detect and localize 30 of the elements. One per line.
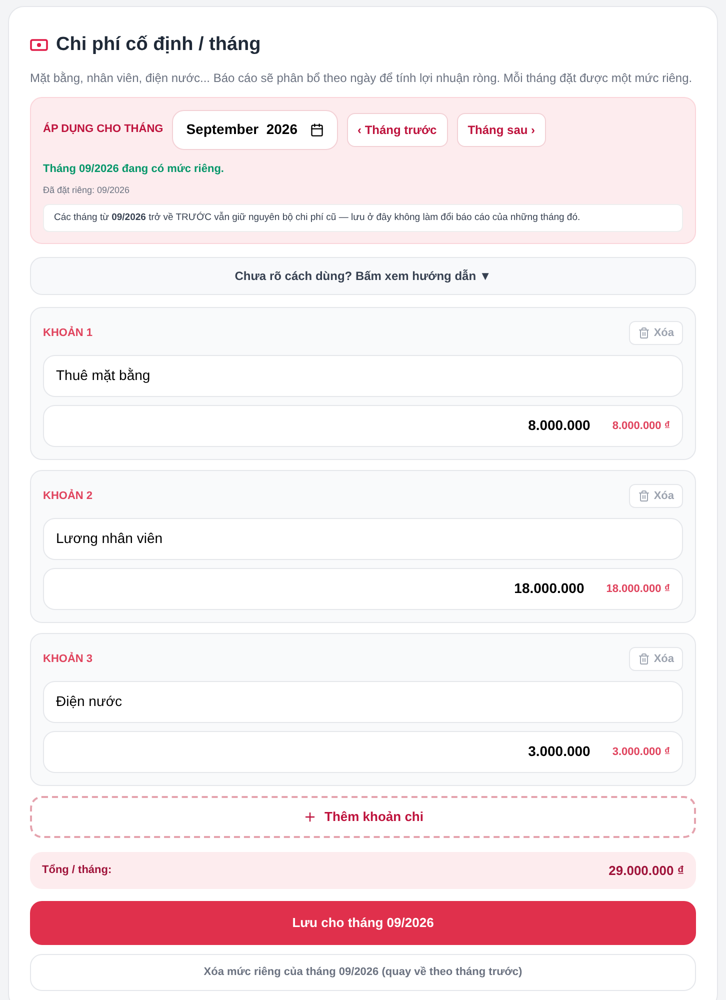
total-label: Tổng / tháng:: [42, 863, 112, 878]
clear-override-button[interactable]: Xóa mức riêng của tháng 09/2026 (quay về theo tháng trước): [30, 954, 696, 991]
previous-month-button[interactable]: ‹ Tháng trước: [346, 112, 448, 146]
expense-name-field[interactable]: Thuê mặt bằng: [43, 354, 683, 397]
description: Mặt bằng, nhân viên, điện nước... Báo cáo sẽ phân bổ theo ngày để tính lợi nhuận ròng. Mỗi tháng đặt được một mức riêng.: [30, 70, 694, 86]
expense-label: KHOẢN 2: [43, 488, 93, 504]
expense-label: KHOẢN 3: [43, 651, 93, 666]
add-expense-button[interactable]: Thêm khoản chi: [30, 796, 696, 838]
guide-toggle[interactable]: Chưa rõ cách dùng? Bấm xem hướng dẫn ▼: [30, 256, 696, 295]
expense-label: KHOẢN 1: [43, 325, 93, 340]
amount-field[interactable]: 8.000.000 8.000.000 ₫: [43, 404, 683, 447]
expense-name-field[interactable]: Lương nhân viên: [43, 518, 683, 560]
next-month-button[interactable]: Tháng sau ›: [456, 112, 546, 146]
calendar-icon: [310, 122, 324, 136]
cash-icon: [30, 39, 48, 52]
trash-icon: [638, 326, 650, 339]
save-button[interactable]: Lưu cho tháng 09/2026: [30, 900, 696, 945]
set-note: Đã đặt riêng: 09/2026: [43, 184, 131, 197]
status-message: Tháng 09/2026 đang có mức riêng.: [43, 162, 225, 176]
notice: Các tháng từ 09/2026 trở về TRƯỚC vẫn giữ nguyên bộ chi phí cũ — lưu ở đây không làm đổi báo cáo của những tháng đó.: [43, 204, 683, 232]
amount-field[interactable]: 3.000.000 3.000.000 ₫: [43, 730, 683, 773]
expense-name-field[interactable]: Điện nước: [43, 680, 683, 723]
plus-icon: [302, 810, 317, 824]
month-picker[interactable]: September 2026: [172, 110, 338, 150]
total-value: 29.000.000 ₫: [608, 862, 684, 880]
trash-icon: [638, 490, 650, 502]
month-label: ÁP DỤNG CHO THÁNG: [43, 121, 164, 138]
trash-icon: [638, 652, 650, 665]
page-title: Chi phí cố định / tháng: [56, 33, 261, 57]
amount-field[interactable]: 18.000.000 18.000.000 ₫: [43, 568, 683, 610]
